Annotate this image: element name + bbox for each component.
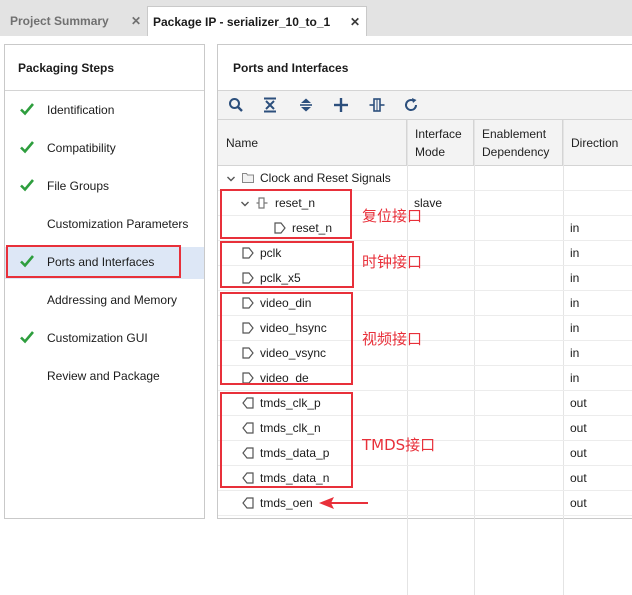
check-icon — [20, 141, 34, 154]
annotation-box-active-step — [6, 245, 181, 278]
annotation-arrow-icon — [319, 497, 368, 509]
step-item[interactable]: File Groups — [5, 171, 204, 203]
direction-cell: out — [570, 421, 587, 435]
column-interface-mode[interactable]: Interface Mode — [407, 120, 474, 165]
name-cell: Clock and Reset Signals — [218, 171, 407, 185]
map-icon[interactable] — [367, 95, 387, 115]
step-item[interactable]: Compatibility — [5, 133, 204, 165]
refresh-icon[interactable] — [401, 95, 421, 115]
step-label: File Groups — [47, 179, 110, 193]
tab-label: Project Summary — [10, 14, 109, 28]
column-name[interactable]: Name — [218, 120, 407, 165]
annotation-box-tmds — [220, 392, 353, 488]
output-port-icon — [242, 497, 254, 509]
step-item[interactable]: Customization Parameters — [5, 209, 204, 241]
check-icon — [20, 331, 34, 344]
direction-cell: in — [570, 296, 580, 310]
toolbar — [218, 91, 632, 120]
step-label: Customization GUI — [47, 331, 148, 345]
annotation-box-reset — [220, 189, 352, 239]
port-name: Clock and Reset Signals — [260, 171, 391, 185]
name-cell: tmds_oen — [218, 496, 407, 510]
expand-all-icon[interactable] — [296, 95, 316, 115]
search-icon[interactable] — [226, 95, 246, 115]
direction-cell: out — [570, 396, 587, 410]
direction-cell: in — [570, 221, 580, 235]
step-item[interactable]: Addressing and Memory — [5, 285, 204, 317]
table-header: Name Interface Mode Enablement Dependenc… — [218, 120, 632, 166]
tab-package-ip[interactable]: Package IP - serializer_10_to_1 ✕ — [147, 6, 367, 36]
annotation-box-video — [220, 292, 353, 385]
step-item[interactable]: Identification — [5, 95, 204, 127]
collapse-all-icon[interactable] — [260, 95, 280, 115]
direction-cell: in — [570, 346, 580, 360]
close-icon[interactable]: ✕ — [131, 14, 141, 28]
tab-label: Package IP - serializer_10_to_1 — [153, 14, 331, 29]
annotation-clock-label: 时钟接口 — [362, 253, 423, 271]
packaging-steps-title: Packaging Steps — [18, 61, 115, 75]
step-label: Review and Package — [47, 369, 160, 383]
direction-cell: in — [570, 371, 580, 385]
step-label: Addressing and Memory — [47, 293, 178, 307]
step-label: Identification — [47, 103, 115, 117]
annotation-video-label: 视频接口 — [362, 330, 423, 348]
step-label: Compatibility — [47, 141, 116, 155]
direction-cell: out — [570, 446, 587, 460]
annotation-tmds-label: TMDS接口 — [362, 436, 436, 454]
direction-cell: in — [570, 271, 580, 285]
annotation-box-clock — [220, 241, 354, 288]
table-row[interactable]: tmds_oen out — [218, 491, 632, 516]
direction-cell: out — [570, 496, 587, 510]
direction-cell: in — [570, 321, 580, 335]
add-icon[interactable] — [331, 95, 351, 115]
close-icon[interactable]: ✕ — [350, 15, 360, 29]
direction-cell: out — [570, 471, 587, 485]
table-row[interactable]: Clock and Reset Signals — [218, 166, 632, 191]
check-icon — [20, 179, 34, 192]
packaging-steps-panel: Packaging Steps Identification Compatibil… — [4, 44, 205, 519]
step-item[interactable]: Review and Package — [5, 361, 204, 393]
step-item[interactable]: Customization GUI — [5, 323, 204, 355]
tab-project-summary[interactable]: Project Summary ✕ — [0, 6, 146, 36]
direction-cell: in — [570, 246, 580, 260]
check-icon — [20, 103, 34, 116]
column-enablement-dependency[interactable]: Enablement Dependency — [474, 120, 563, 165]
panel-title: Ports and Interfaces — [233, 61, 349, 75]
port-name: tmds_oen — [260, 496, 313, 510]
step-label: Customization Parameters — [47, 217, 189, 231]
folder-icon — [242, 173, 254, 183]
divider — [5, 90, 204, 91]
tab-bar: Project Summary ✕ Package IP - serialize… — [0, 0, 632, 36]
chevron-down-icon[interactable] — [226, 174, 236, 184]
annotation-reset-label: 复位接口 — [362, 207, 423, 225]
column-direction[interactable]: Direction — [563, 120, 632, 165]
